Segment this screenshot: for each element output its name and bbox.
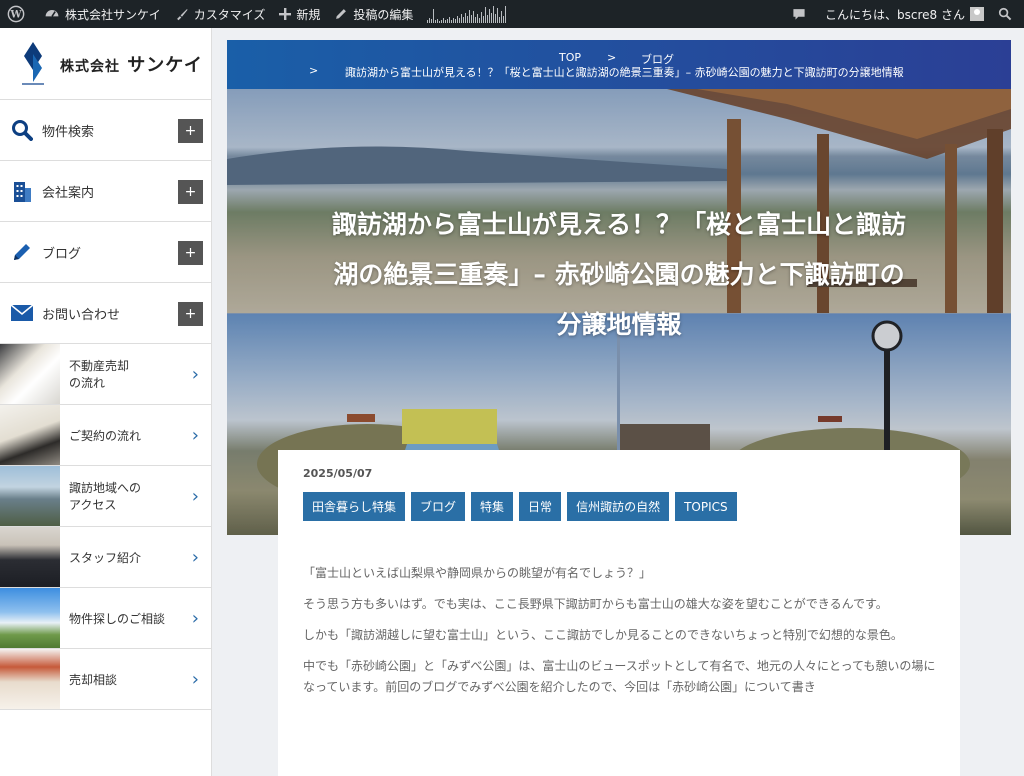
- thumbnail-image: [0, 649, 60, 709]
- thumbnail-image: [0, 344, 60, 404]
- paragraph: 中でも「赤砂崎公園」と「みずべ公園」は、富士山のビュースポットとして有名で、地元…: [303, 659, 936, 694]
- paragraph: そう思う方も多いはず。でも実は、ここ長野県下諏訪町からも富士山の雄大な姿を望むこ…: [303, 597, 888, 611]
- chevron-right-icon: ›: [191, 669, 199, 690]
- menu-item-company[interactable]: 会社案内 +: [0, 161, 211, 222]
- admin-search-button[interactable]: [991, 0, 1024, 28]
- wordpress-logo-button[interactable]: W: [0, 0, 37, 28]
- stats-sparkline[interactable]: [420, 0, 513, 28]
- sparkline-chart: [427, 5, 507, 23]
- comment-icon: [793, 9, 805, 20]
- link-item-property-consult[interactable]: 物件探しのご相談 ›: [0, 588, 211, 649]
- title-line-1: 諏訪湖から富士山が見える！？「桜と富士山と諏訪: [331, 210, 907, 239]
- plus-icon: [279, 8, 292, 20]
- menu-label: ブログ: [42, 246, 82, 262]
- thumbnail-image: [0, 527, 60, 587]
- link-label-line1: 売却相談: [69, 672, 118, 687]
- link-item-contract-flow[interactable]: ご契約の流れ ›: [0, 405, 211, 466]
- mail-icon: [11, 302, 33, 324]
- link-label-line1: ご契約の流れ: [69, 428, 142, 443]
- new-content-link[interactable]: 新規: [272, 0, 327, 28]
- customize-link[interactable]: カスタマイズ: [168, 0, 273, 28]
- chevron-right-icon: ›: [191, 608, 199, 629]
- expand-button[interactable]: +: [178, 241, 203, 265]
- thumbnail-image: [0, 405, 60, 465]
- article-meta: 2025/05/07 田舎暮らし特集 ブログ 特集 日常 信州諏訪の自然 TOP…: [278, 450, 960, 535]
- comments-link[interactable]: [785, 0, 818, 28]
- chevron-right-icon: ›: [191, 425, 199, 446]
- link-label-line1: 不動産売却: [69, 359, 130, 373]
- building-icon: [11, 180, 33, 202]
- paragraph: しかも「諏訪湖越しに望む富士山」という、ここ諏訪でしか見ることのできないちょっと…: [303, 628, 903, 642]
- title-line-2: 湖の絶景三重奏」– 赤砂崎公園の魅力と下諏訪町の: [333, 260, 905, 289]
- link-label-line2: アクセス: [69, 498, 117, 512]
- link-label-line1: 物件探しのご相談: [69, 611, 166, 626]
- breadcrumb-top-link[interactable]: TOP: [559, 51, 581, 64]
- dashboard-icon: [45, 10, 59, 17]
- pencil-icon: [11, 241, 33, 263]
- chevron-right-icon: ›: [191, 364, 199, 385]
- thumbnail-image: [0, 466, 60, 526]
- link-label-line1: 諏訪地域への: [69, 481, 142, 495]
- logo-name: サンケイ: [127, 54, 203, 76]
- page-title: 諏訪湖から富士山が見える！？「桜と富士山と諏訪 湖の絶景三重奏」– 赤砂崎公園の…: [267, 200, 971, 350]
- link-item-sale-consult[interactable]: 売却相談 ›: [0, 649, 211, 710]
- admin-bar: W 株式会社サンケイ カスタマイズ 新規 投稿の編集 こんにちは、bscre8 …: [0, 0, 1024, 28]
- chevron-right-icon: ›: [191, 547, 199, 568]
- article-body: 「富士山といえば山梨県や静岡県からの眺望が有名でしょう？」 そう思う方も多いはず…: [303, 563, 939, 708]
- expand-button[interactable]: +: [178, 302, 203, 326]
- tag-feature[interactable]: 特集: [471, 492, 514, 521]
- site-name-label: 株式会社サンケイ: [65, 7, 161, 22]
- link-item-staff[interactable]: スタッフ紹介 ›: [0, 527, 211, 588]
- site-logo[interactable]: 株式会社 サンケイ: [0, 28, 211, 100]
- link-label-line2: の流れ: [69, 376, 106, 390]
- menu-label: 物件検索: [42, 124, 95, 140]
- breadcrumb: TOP > ブログ > 諏訪湖から富士山が見える！？「桜と富士山と諏訪湖の絶景三…: [227, 40, 1011, 89]
- expand-button[interactable]: +: [178, 119, 203, 143]
- tag-nature[interactable]: 信州諏訪の自然: [567, 492, 670, 521]
- expand-button[interactable]: +: [178, 180, 203, 204]
- thumbnail-image: [0, 588, 60, 648]
- title-line-3: 分譲地情報: [556, 310, 682, 339]
- menu-item-contact[interactable]: お問い合わせ +: [0, 283, 211, 344]
- menu-item-property-search[interactable]: 物件検索 +: [0, 100, 211, 161]
- search-icon: [998, 7, 1012, 21]
- chevron-right-icon: ›: [191, 486, 199, 507]
- greeting-label: こんにちは、bscre8 さん: [825, 7, 965, 22]
- menu-item-blog[interactable]: ブログ +: [0, 222, 211, 283]
- breadcrumb-separator: >: [309, 64, 319, 77]
- edit-post-label: 投稿の編集: [353, 7, 414, 22]
- link-item-sale-flow[interactable]: 不動産売却の流れ ›: [0, 344, 211, 405]
- menu-label: お問い合わせ: [42, 307, 121, 323]
- paragraph: 「富士山といえば山梨県や静岡県からの眺望が有名でしょう？」: [303, 566, 652, 580]
- logo-mark-icon: [22, 41, 44, 85]
- edit-post-link[interactable]: 投稿の編集: [327, 0, 420, 28]
- tag-list: 田舎暮らし特集 ブログ 特集 日常 信州諏訪の自然 TOPICS: [303, 492, 737, 521]
- sidebar: 株式会社 サンケイ 物件検索 + 会社案内 + ブログ + お問い合わせ + 不…: [0, 28, 212, 776]
- tag-blog[interactable]: ブログ: [411, 492, 466, 521]
- avatar: [970, 7, 984, 21]
- customize-label: カスタマイズ: [193, 7, 266, 22]
- logo-prefix: 株式会社: [60, 58, 120, 75]
- link-item-access[interactable]: 諏訪地域への アクセス ›: [0, 466, 211, 527]
- wordpress-icon: W: [7, 5, 25, 23]
- menu-label: 会社案内: [42, 185, 95, 201]
- brush-icon: [176, 9, 188, 21]
- breadcrumb-separator: >: [607, 51, 617, 64]
- post-date: 2025/05/07: [303, 467, 373, 480]
- tag-topics[interactable]: TOPICS: [675, 492, 737, 521]
- search-icon: [11, 119, 33, 141]
- edit-icon: [336, 9, 347, 19]
- my-account-link[interactable]: こんにちは、bscre8 さん: [818, 0, 991, 28]
- site-name-link[interactable]: 株式会社サンケイ: [37, 0, 168, 28]
- link-label-line1: スタッフ紹介: [69, 550, 142, 565]
- tag-daily[interactable]: 日常: [519, 492, 562, 521]
- tag-countryside[interactable]: 田舎暮らし特集: [303, 492, 406, 521]
- new-label: 新規: [296, 7, 321, 22]
- svg-text:W: W: [9, 10, 22, 21]
- article-card: 2025/05/07 田舎暮らし特集 ブログ 特集 日常 信州諏訪の自然 TOP…: [278, 450, 960, 776]
- breadcrumb-current: 諏訪湖から富士山が見える！？「桜と富士山と諏訪湖の絶景三重奏」– 赤砂崎公園の魅…: [345, 66, 904, 79]
